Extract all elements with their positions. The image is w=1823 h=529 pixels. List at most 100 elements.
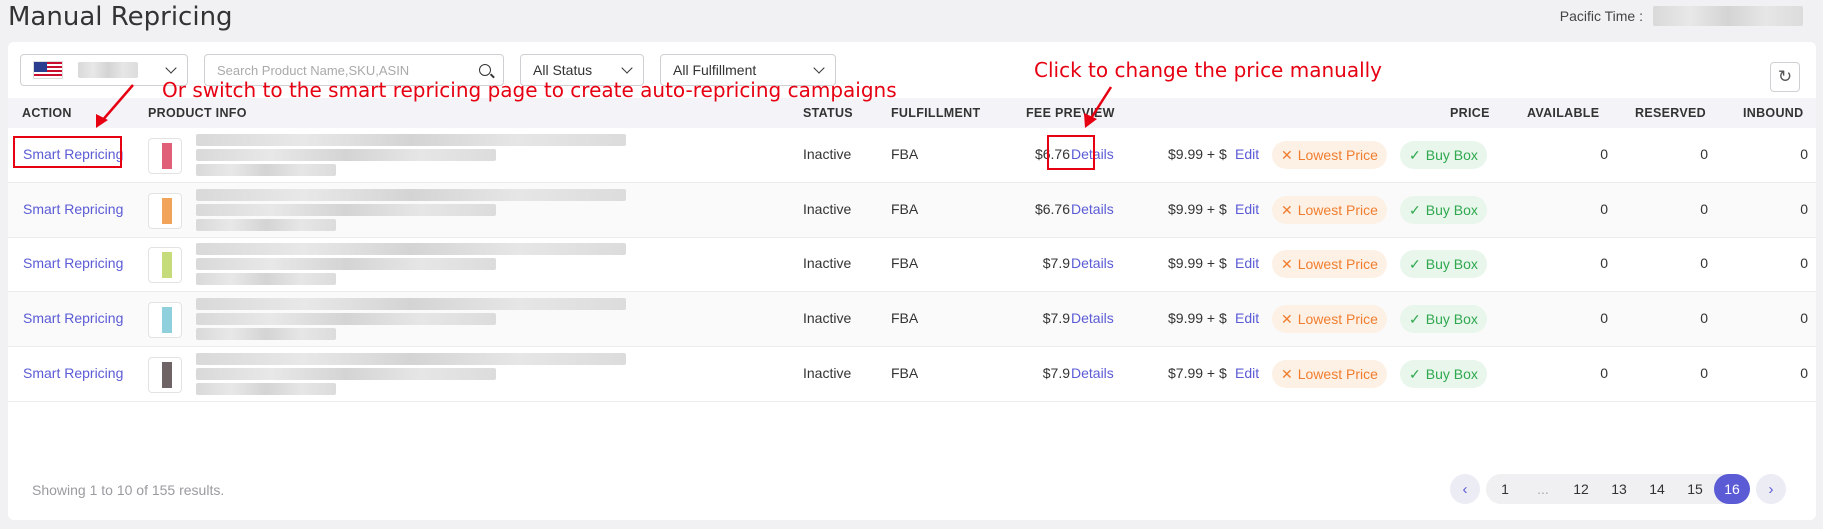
page-14[interactable]: 14 <box>1638 474 1676 504</box>
available-value: 0 <box>1600 365 1608 381</box>
timezone-label: Pacific Time : <box>1559 8 1643 24</box>
repricing-card: Search Product Name,SKU,ASIN All Status … <box>8 42 1816 520</box>
edit-price-link[interactable]: Edit <box>1235 201 1259 217</box>
refresh-button[interactable]: ↻ <box>1770 62 1800 92</box>
pagination: ‹ 1 ... 12 13 14 15 16 › <box>1450 474 1786 504</box>
prev-page-button[interactable]: ‹ <box>1450 474 1480 504</box>
lowest-price-label: Lowest Price <box>1297 366 1378 382</box>
header-inbound: INBOUND <box>1743 106 1804 120</box>
product-info-redacted <box>196 134 636 178</box>
store-name-redacted <box>78 62 138 78</box>
header-fee-preview: FEE PREVIEW <box>1026 106 1115 120</box>
reserved-value: 0 <box>1700 146 1708 162</box>
available-value: 0 <box>1600 146 1608 162</box>
status-value: Inactive <box>803 365 852 381</box>
smart-repricing-link[interactable]: Smart Repricing <box>23 310 123 326</box>
chevron-down-icon <box>165 62 177 74</box>
timezone-display: Pacific Time : <box>1560 6 1803 26</box>
next-page-button[interactable]: › <box>1756 474 1786 504</box>
fee-value: $7.9 <box>1042 310 1070 326</box>
highlight-smart-repricing <box>13 136 122 168</box>
smart-repricing-link[interactable]: Smart Repricing <box>23 365 123 381</box>
inbound-value: 0 <box>1800 146 1808 162</box>
smart-repricing-link[interactable]: Smart Repricing <box>23 255 123 271</box>
page-12[interactable]: 12 <box>1562 474 1600 504</box>
header-product-info: PRODUCT INFO <box>148 106 247 120</box>
x-icon: ✕ <box>1281 310 1293 327</box>
fee-details-link[interactable]: Details <box>1071 255 1114 271</box>
time-value-redacted <box>1653 6 1803 26</box>
page-16-current[interactable]: 16 <box>1714 474 1750 504</box>
table-row: Smart Repricing Inactive FBA $7.9 Details $9.… <box>8 292 1816 347</box>
lowest-price-tag: ✕ Lowest Price <box>1272 250 1387 278</box>
product-thumbnail <box>148 357 182 393</box>
buy-box-tag: ✓ Buy Box <box>1400 250 1487 278</box>
fee-value: $7.9 <box>1042 255 1070 271</box>
fulfillment-value: FBA <box>891 146 919 162</box>
table-row: Smart Repricing Inactive FBA $7.9 Details $9.… <box>8 237 1816 292</box>
edit-price-link[interactable]: Edit <box>1235 310 1259 326</box>
product-thumbnail <box>148 193 182 229</box>
price-value: $9.99 + $ <box>1168 310 1227 326</box>
table-row: Smart Repricing Inactive FBA $6.76 Details $9… <box>8 128 1816 183</box>
x-icon: ✕ <box>1281 146 1293 163</box>
status-select-value: All Status <box>533 62 593 78</box>
fulfillment-value: FBA <box>891 365 919 381</box>
lowest-price-label: Lowest Price <box>1297 256 1378 272</box>
product-thumbnail <box>148 247 182 283</box>
page-1[interactable]: 1 <box>1486 474 1524 504</box>
smart-repricing-link[interactable]: Smart Repricing <box>23 201 123 217</box>
price-value: $7.99 + $ <box>1168 365 1227 381</box>
check-icon: ✓ <box>1409 201 1421 218</box>
page-13[interactable]: 13 <box>1600 474 1638 504</box>
fee-value: $6.76 <box>1034 201 1070 217</box>
edit-price-link[interactable]: Edit <box>1235 365 1259 381</box>
fee-details-link[interactable]: Details <box>1071 365 1114 381</box>
annotation-smart-repricing: Or switch to the smart repricing page to… <box>162 78 897 102</box>
product-info-redacted <box>196 298 636 342</box>
status-value: Inactive <box>803 146 852 162</box>
fee-details-link[interactable]: Details <box>1071 310 1114 326</box>
edit-price-link[interactable]: Edit <box>1235 255 1259 271</box>
available-value: 0 <box>1600 255 1608 271</box>
page-15[interactable]: 15 <box>1676 474 1714 504</box>
buy-box-label: Buy Box <box>1425 147 1478 163</box>
fee-value: $7.9 <box>1042 365 1070 381</box>
lowest-price-label: Lowest Price <box>1297 147 1378 163</box>
lowest-price-label: Lowest Price <box>1297 202 1378 218</box>
lowest-price-tag: ✕ Lowest Price <box>1272 305 1387 333</box>
lowest-price-tag: ✕ Lowest Price <box>1272 360 1387 388</box>
price-value: $9.99 + $ <box>1168 146 1227 162</box>
available-value: 0 <box>1600 201 1608 217</box>
x-icon: ✕ <box>1281 255 1293 272</box>
product-info-redacted <box>196 189 636 233</box>
header-available: AVAILABLE <box>1527 106 1600 120</box>
x-icon: ✕ <box>1281 201 1293 218</box>
price-value: $9.99 + $ <box>1168 201 1227 217</box>
status-value: Inactive <box>803 201 852 217</box>
status-value: Inactive <box>803 310 852 326</box>
search-icon[interactable] <box>479 64 491 76</box>
buy-box-label: Buy Box <box>1425 202 1478 218</box>
fee-details-link[interactable]: Details <box>1071 201 1114 217</box>
reserved-value: 0 <box>1700 201 1708 217</box>
fulfillment-value: FBA <box>891 310 919 326</box>
refresh-icon: ↻ <box>1777 67 1793 86</box>
check-icon: ✓ <box>1409 310 1421 327</box>
lowest-price-tag: ✕ Lowest Price <box>1272 196 1387 224</box>
product-info-redacted <box>196 243 636 287</box>
inbound-value: 0 <box>1800 201 1808 217</box>
inbound-value: 0 <box>1800 255 1808 271</box>
fulfillment-value: FBA <box>891 201 919 217</box>
product-thumbnail <box>148 138 182 174</box>
lowest-price-label: Lowest Price <box>1297 311 1378 327</box>
status-value: Inactive <box>803 255 852 271</box>
page-ellipsis: ... <box>1537 481 1549 497</box>
buy-box-label: Buy Box <box>1425 366 1478 382</box>
header-status: STATUS <box>803 106 853 120</box>
table-header: ACTION PRODUCT INFO STATUS FULFILLMENT F… <box>8 98 1816 128</box>
edit-price-link[interactable]: Edit <box>1235 146 1259 162</box>
check-icon: ✓ <box>1409 255 1421 272</box>
reserved-value: 0 <box>1700 255 1708 271</box>
header-reserved: RESERVED <box>1635 106 1706 120</box>
